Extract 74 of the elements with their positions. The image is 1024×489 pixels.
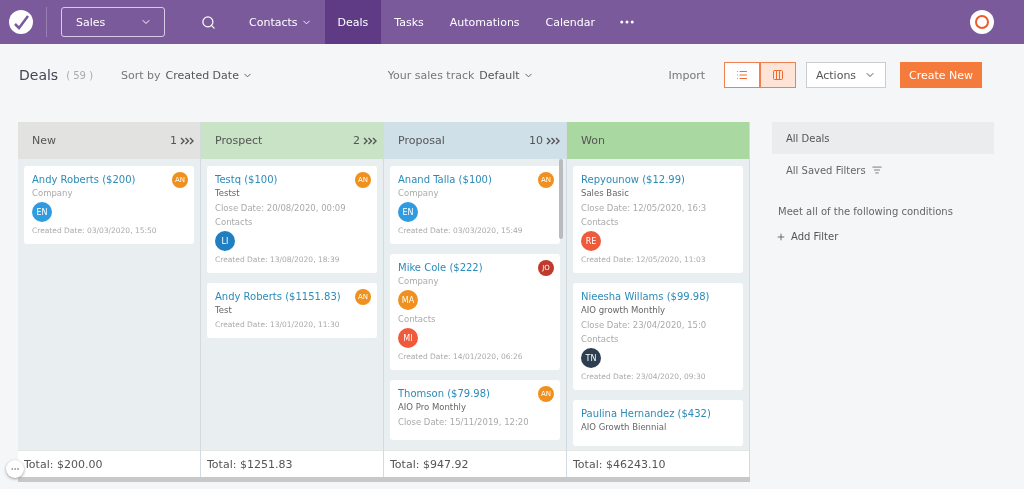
deal-title[interactable]: Thomson ($79.98) [398, 388, 532, 399]
sort-dropdown[interactable]: Created Date [165, 68, 253, 82]
deal-title[interactable]: Testq ($100) [215, 174, 349, 185]
filter-item[interactable]: All Deals [772, 122, 994, 154]
initials-avatar: EN [398, 202, 418, 222]
module-dropdown[interactable]: Sales [61, 7, 165, 37]
deal-title[interactable]: Anand Talla ($100) [398, 174, 532, 185]
initials-avatar: EN [32, 202, 52, 222]
deal-count: ( 59 ) [66, 69, 94, 81]
deal-subtitle: AIO Growth Biennial [581, 422, 668, 432]
column-total: Total: $200.00 [18, 450, 200, 477]
nav-tab[interactable]: Contacts [236, 0, 325, 44]
column-count: 1 [170, 134, 177, 147]
deal-subtitle: AIO Pro Monthly [398, 402, 467, 412]
field-label: Close Date: 23/04/2020, 15:0 [581, 320, 708, 330]
field-label: Contacts [398, 314, 437, 324]
track-dropdown[interactable]: Default [479, 68, 534, 82]
conditions-text: Meet all of the following conditions [778, 206, 954, 217]
field-label: Contacts [581, 334, 620, 344]
sort-label: Sort by [121, 68, 161, 82]
field-label: Close Date: 15/11/2019, 12:20 [398, 417, 530, 427]
deal-title[interactable]: Andy Roberts ($200) [32, 174, 166, 185]
field-label: Company [398, 276, 440, 286]
list-view-button[interactable] [724, 62, 760, 88]
field-label: Contacts [215, 217, 254, 227]
track-label: Your sales track [387, 68, 475, 82]
deal-subtitle: AIO growth Monthly [581, 305, 667, 315]
chevrons-right-icon[interactable] [363, 136, 377, 145]
initials-avatar: LI [215, 231, 235, 251]
deal-subtitle: Test [215, 305, 233, 315]
board-view-button[interactable] [760, 62, 796, 88]
initials-avatar: TN [581, 348, 601, 368]
actions-button[interactable]: Actions [806, 62, 886, 88]
search-icon[interactable] [201, 14, 216, 30]
nav-tab[interactable]: Calendar [532, 0, 609, 44]
deal-title[interactable]: Nieesha Willams ($99.98) [581, 291, 715, 302]
column-count: 10 [529, 134, 543, 147]
add-filter-label[interactable]: Add Filter [791, 231, 839, 242]
initials-avatar: MA [398, 290, 418, 310]
deal-title[interactable]: Paulina Hernandez ($432) [581, 408, 715, 419]
deal-subtitle: Sales Basic [581, 188, 630, 198]
chevrons-right-icon[interactable] [546, 136, 560, 145]
list-icon [736, 69, 748, 81]
nav-tab[interactable]: Tasks [381, 0, 437, 44]
field-label: Contacts [581, 217, 620, 227]
deal-title[interactable]: Mike Cole ($222) [398, 262, 532, 273]
column-total: Total: $947.92 [384, 450, 566, 477]
page-title: Deals [19, 67, 59, 83]
field-label: Close Date: 20/08/2020, 00:09 [215, 203, 347, 213]
initials-avatar: MI [398, 328, 418, 348]
import-link[interactable]: Import [668, 68, 705, 82]
scrollbar[interactable] [559, 159, 563, 239]
deal-title[interactable]: Andy Roberts ($1151.83) [215, 291, 349, 302]
column-title: New [32, 134, 57, 147]
chevrons-right-icon[interactable] [180, 136, 194, 145]
field-label: Company [398, 188, 440, 198]
column-total: Total: $1251.83 [201, 450, 383, 477]
column-title: Prospect [215, 134, 264, 147]
deal-title[interactable]: Repyounow ($12.99) [581, 174, 715, 185]
logo-icon[interactable] [8, 9, 34, 35]
nav-tab[interactable]: Deals [324, 0, 382, 44]
field-label: Company [32, 188, 74, 198]
field-label: Close Date: 12/05/2020, 16:3 [581, 203, 708, 213]
column-title: Proposal [398, 134, 446, 147]
deal-subtitle: Testst [215, 188, 241, 198]
plus-icon [776, 231, 786, 242]
column-total: Total: $46243.10 [567, 450, 749, 477]
columns-icon [772, 69, 784, 81]
user-avatar[interactable] [970, 10, 994, 34]
initials-avatar: RE [581, 231, 601, 251]
nav-tab[interactable]: Automations [436, 0, 533, 44]
column-title: Won [581, 134, 606, 147]
deal-card[interactable]: Paulina Hernandez ($432) AIO Growth Biennial [573, 400, 743, 446]
column-count: 2 [353, 134, 360, 147]
